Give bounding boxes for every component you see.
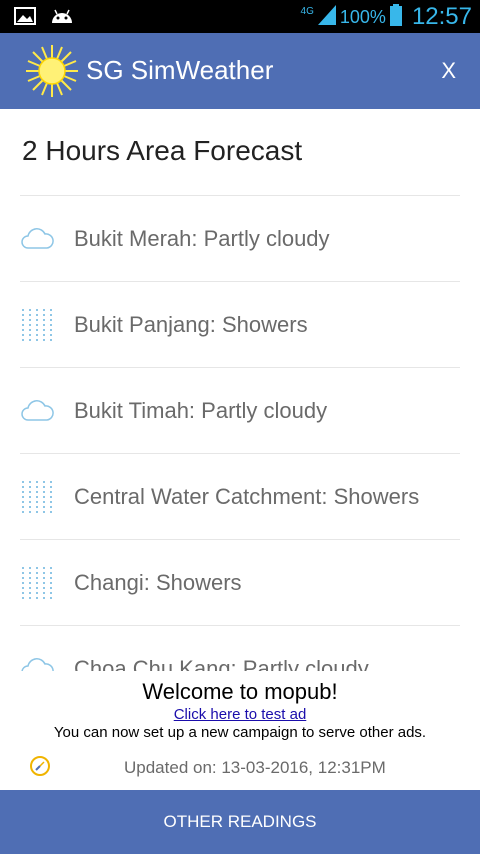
cloud-icon xyxy=(20,222,54,256)
page-title: 2 Hours Area Forecast xyxy=(22,135,303,166)
cloud-icon xyxy=(20,394,54,428)
cloud-icon xyxy=(20,652,54,671)
list-item-label: Choa Chu Kang: Partly cloudy xyxy=(74,655,369,672)
android-icon xyxy=(50,7,74,29)
ad-body: You can now set up a new campaign to ser… xyxy=(53,724,427,741)
updated-timestamp: Updated on: 13-03-2016, 12:31PM xyxy=(124,758,386,777)
showers-icon xyxy=(20,308,54,342)
list-item[interactable]: Changi: Showers xyxy=(20,539,460,625)
list-item-label: Changi: Showers xyxy=(74,569,242,595)
list-item[interactable]: Central Water Catchment: Showers xyxy=(20,453,460,539)
sun-icon xyxy=(24,43,80,99)
showers-icon xyxy=(20,566,54,600)
list-item[interactable]: Bukit Panjang: Showers xyxy=(20,281,460,367)
showers-icon xyxy=(20,480,54,514)
list-item-label: Central Water Catchment: Showers xyxy=(74,483,420,509)
image-icon xyxy=(14,7,36,29)
list-item[interactable]: Bukit Timah: Partly cloudy xyxy=(20,367,460,453)
ad-title: Welcome to mopub! xyxy=(142,679,338,704)
ad-link[interactable]: Click here to test ad xyxy=(26,706,454,723)
list-item-label: Bukit Timah: Partly cloudy xyxy=(74,397,328,423)
app-bar: SG SimWeather X xyxy=(0,33,480,109)
status-bar: 4G 100% 12:57 xyxy=(0,0,480,33)
updated-row: Updated on: 13-03-2016, 12:31PM xyxy=(0,752,480,784)
app-title: SG SimWeather xyxy=(86,55,274,85)
close-button[interactable]: X xyxy=(441,58,456,84)
clock-time: 12:57 xyxy=(411,3,472,30)
forecast-panel: 2 Hours Area Forecast Bukit Merah: Partl… xyxy=(0,109,480,671)
battery-icon xyxy=(389,4,402,30)
clock-icon xyxy=(28,754,52,782)
list-item[interactable]: Bukit Merah: Partly cloudy xyxy=(20,195,460,281)
signal-icon xyxy=(317,5,336,29)
forecast-list: Bukit Merah: Partly cloudy Bukit Panjang… xyxy=(20,195,460,671)
list-item[interactable]: Choa Chu Kang: Partly cloudy xyxy=(20,625,460,671)
other-readings-button[interactable]: OTHER READINGS xyxy=(0,790,480,854)
battery-percent: 100% xyxy=(339,6,386,27)
list-item-label: Bukit Merah: Partly cloudy xyxy=(74,225,330,251)
list-item-label: Bukit Panjang: Showers xyxy=(74,311,308,337)
network-type: 4G xyxy=(300,5,314,17)
ad-banner[interactable]: Welcome to mopub! Click here to test ad … xyxy=(26,675,454,741)
